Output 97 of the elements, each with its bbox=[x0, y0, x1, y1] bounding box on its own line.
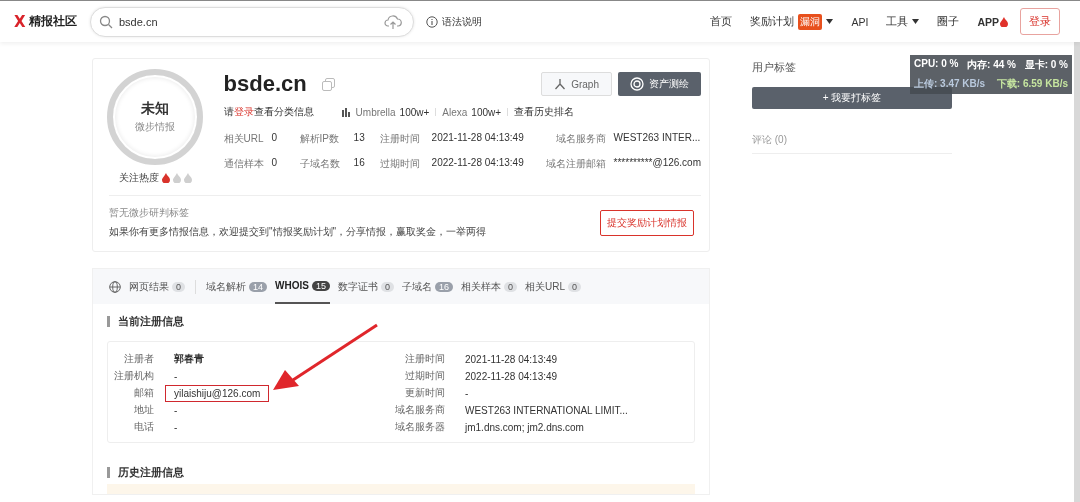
memory-reading: 内存: 44 % bbox=[967, 58, 1016, 72]
rank-label: Alexa bbox=[442, 106, 468, 118]
target-icon bbox=[630, 77, 644, 91]
nav-badge: 漏洞 bbox=[798, 13, 823, 30]
field-label: 电话 bbox=[133, 420, 155, 434]
login-button[interactable]: 登录 bbox=[1020, 8, 1060, 35]
nav-link[interactable]: API bbox=[851, 15, 869, 28]
cloud-upload-icon[interactable] bbox=[384, 13, 402, 30]
asset-mapping-button[interactable]: 资产测绘 bbox=[618, 72, 701, 96]
count-badge: 15 bbox=[311, 280, 330, 291]
field-value: - bbox=[465, 387, 470, 399]
field-label: 域名服务商 bbox=[394, 403, 446, 417]
stat-label: 解析IP数 bbox=[299, 132, 341, 146]
stat-value: 13 bbox=[353, 132, 366, 145]
comments-label: 评论 (0) bbox=[752, 133, 952, 154]
no-tags-text: 暂无微步研判标签 bbox=[109, 206, 190, 220]
count-badge: 16 bbox=[434, 281, 453, 292]
stat-label: 相关URL bbox=[223, 132, 265, 146]
field-value: - bbox=[174, 370, 178, 382]
graph-button[interactable]: Graph bbox=[541, 72, 612, 96]
info-icon bbox=[426, 15, 438, 28]
copy-icon[interactable] bbox=[321, 77, 335, 91]
count-badge: 0 bbox=[380, 281, 394, 292]
stat-label: 注册时间 bbox=[379, 132, 421, 146]
search-icon bbox=[99, 14, 113, 29]
count-badge: 0 bbox=[503, 281, 517, 292]
count-badge: 0 bbox=[568, 281, 581, 292]
flame-icon bbox=[1000, 16, 1008, 27]
field-value: - bbox=[174, 404, 178, 416]
caret-icon bbox=[912, 19, 920, 24]
rank-history-link[interactable]: 查看历史排名 bbox=[514, 105, 575, 119]
nav-link[interactable]: 首页 bbox=[710, 14, 733, 29]
rank-label: Umbrella bbox=[355, 106, 396, 118]
nav-link[interactable]: 圈子 bbox=[937, 14, 960, 29]
syntax-help-link[interactable]: 语法说明 bbox=[426, 14, 482, 29]
stat-label: 子域名数 bbox=[299, 157, 341, 171]
field-label: 注册者 bbox=[123, 352, 155, 366]
stat-value: WEST263 INTER... bbox=[613, 132, 701, 145]
field-label: 邮箱 bbox=[133, 386, 155, 400]
globe-icon bbox=[109, 280, 121, 293]
stat-value: 2021-11-28 04:13:49 bbox=[431, 132, 525, 145]
section-heading: 历史注册信息 bbox=[107, 467, 695, 478]
app-link[interactable]: APP bbox=[977, 15, 1008, 28]
tab[interactable]: 子域名 16 bbox=[401, 269, 453, 304]
field-label: 地址 bbox=[133, 403, 155, 417]
tab[interactable]: 数字证书 0 bbox=[337, 269, 394, 304]
tab[interactable]: WHOIS 15 bbox=[275, 269, 330, 304]
graph-icon bbox=[554, 78, 567, 90]
caret-icon bbox=[826, 19, 834, 24]
field-value: 2022-11-28 04:13:49 bbox=[465, 370, 559, 382]
field-label: 注册时间 bbox=[404, 352, 446, 366]
section-heading: 当前注册信息 bbox=[107, 316, 695, 327]
field-label: 更新时间 bbox=[404, 386, 446, 400]
stat-value: 0 bbox=[271, 132, 279, 145]
tab[interactable]: 域名解析 14 bbox=[206, 269, 268, 304]
field-value: WEST263 INTERNATIONAL LIMIT... bbox=[465, 404, 629, 416]
verdict-source: 微步情报 bbox=[135, 120, 176, 134]
stat-label: 过期时间 bbox=[379, 157, 421, 171]
gpu-reading: 显卡: 0 % bbox=[1024, 58, 1068, 72]
stat-label: 域名服务商 bbox=[554, 132, 607, 146]
stat-label: 域名注册邮箱 bbox=[545, 157, 607, 171]
field-value: 郭春青 bbox=[174, 352, 204, 366]
domain-title: bsde.cn bbox=[223, 71, 307, 97]
field-value: jm1.dns.com; jm2.dns.com bbox=[465, 421, 585, 433]
field-label: 注册机构 bbox=[113, 369, 155, 383]
download-reading: 下载: 6.59 KB/s bbox=[996, 77, 1068, 91]
tab[interactable]: 相关URL 0 bbox=[525, 269, 581, 304]
submit-intel-button[interactable]: 提交奖励计划情报 bbox=[600, 209, 694, 236]
cpu-reading: CPU: 0 % bbox=[914, 58, 959, 71]
search-field[interactable]: bsde.cn bbox=[90, 6, 414, 37]
field-label: 过期时间 bbox=[404, 369, 446, 383]
field-value: 2021-11-28 04:13:49 bbox=[465, 353, 559, 365]
count-badge: 0 bbox=[172, 281, 185, 292]
verdict-text: 未知 bbox=[141, 100, 170, 118]
tab[interactable]: 网页结果 0 bbox=[129, 269, 185, 304]
bar-chart-icon bbox=[341, 107, 352, 117]
stat-value: 0 bbox=[271, 157, 279, 170]
stat-value: **********@126.com bbox=[613, 157, 701, 170]
stat-label: 通信样本 bbox=[223, 157, 265, 171]
nav-link[interactable]: 奖励计划 漏洞 bbox=[750, 13, 834, 30]
count-badge: 14 bbox=[249, 281, 268, 292]
tab[interactable]: 相关样本 0 bbox=[460, 269, 517, 304]
logo-mark[interactable]: X bbox=[14, 12, 26, 31]
login-hint: 请登录查看分类信息 bbox=[223, 105, 314, 119]
rank-value: 100w+ bbox=[399, 106, 430, 118]
logo-text[interactable]: 精报社区 bbox=[28, 13, 77, 30]
field-label: 域名服务器 bbox=[394, 420, 446, 434]
scrollbar[interactable] bbox=[1074, 42, 1080, 502]
stat-value: 2022-11-28 04:13:49 bbox=[431, 157, 525, 170]
highlighted-value: yilaishiju@126.com bbox=[165, 384, 270, 402]
stat-value: 16 bbox=[353, 157, 366, 170]
rank-value: 100w+ bbox=[471, 106, 502, 118]
heat-label: 关注热度 bbox=[118, 171, 159, 185]
user-tags-title: 用户标签 bbox=[752, 60, 796, 75]
nav-link[interactable]: 工具 bbox=[886, 14, 920, 29]
invite-text: 如果你有更多情报信息，欢迎提交到"情报奖励计划"，分享情报，赢取奖金，一举两得 bbox=[109, 225, 488, 239]
field-value: - bbox=[174, 421, 178, 433]
